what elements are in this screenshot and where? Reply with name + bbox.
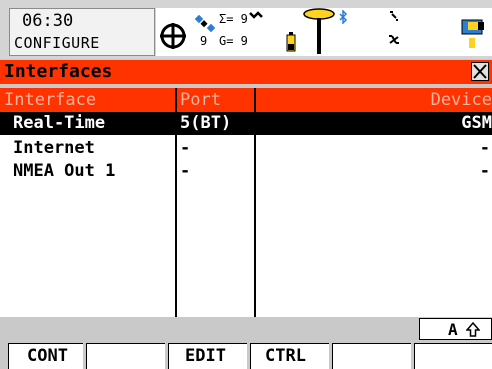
row-port-cell[interactable]: - <box>180 138 190 158</box>
column-divider <box>254 88 256 317</box>
memory-card-icon <box>461 19 484 48</box>
row-interface-cell[interactable]: Internet <box>13 138 95 158</box>
row-interface-cell[interactable]: Real-Time <box>13 113 105 133</box>
softkey-f1-label: CONT <box>27 346 68 366</box>
row-device-cell[interactable]: - <box>480 138 490 158</box>
status-bar: 06:30 CONFIGURE Σ= 9 9 G= 9 <box>0 0 492 59</box>
row-interface-cell[interactable]: NMEA Out 1 <box>13 161 115 181</box>
column-header-device: Device <box>430 90 492 110</box>
input-mode-indicator: A <box>419 318 492 340</box>
bluetooth-icon <box>339 10 348 24</box>
softkey-f2[interactable] <box>86 343 165 369</box>
satellite-icon <box>194 14 216 32</box>
mode-label: CONFIGURE <box>14 34 100 52</box>
satellite-visible-count: 9 <box>200 34 208 48</box>
column-divider <box>175 88 177 317</box>
shift-arrow-icon <box>466 322 480 337</box>
row-port-cell[interactable]: - <box>180 161 190 181</box>
softkey-f3[interactable]: EDIT <box>168 343 247 369</box>
page-title: Interfaces <box>4 61 113 82</box>
softkey-f4-label: CTRL <box>265 346 306 366</box>
softkey-f6[interactable] <box>414 343 492 369</box>
row-device-cell[interactable]: GSM <box>461 113 492 133</box>
input-mode-label: A <box>448 320 458 339</box>
softkey-f3-label: EDIT <box>185 346 226 366</box>
network-icon <box>389 35 399 44</box>
close-button[interactable] <box>471 62 489 81</box>
softkey-f4[interactable]: CTRL <box>250 343 329 369</box>
satellite-total: Σ= 9 <box>219 12 248 26</box>
close-icon <box>473 64 487 79</box>
softkey-f1[interactable]: CONT <box>8 343 83 369</box>
softkey-f5[interactable] <box>332 343 411 369</box>
antenna-icon <box>303 8 335 54</box>
glonass-count: G= 9 <box>219 34 248 48</box>
link-icon <box>390 11 398 21</box>
row-port-cell[interactable]: 5(BT) <box>180 113 231 133</box>
device-screen: 06:30 CONFIGURE Σ= 9 9 G= 9 Interfaces I… <box>0 0 492 369</box>
battery-icon <box>286 32 296 52</box>
time-display: 06:30 <box>22 11 74 31</box>
row-device-cell[interactable]: - <box>480 161 490 181</box>
signal-wave-icon <box>249 11 263 19</box>
column-header-port: Port <box>180 90 221 110</box>
position-crosshair-icon <box>160 23 186 49</box>
status-icons: Σ= 9 9 G= 9 <box>156 8 492 56</box>
column-header-interface: Interface <box>4 90 97 110</box>
